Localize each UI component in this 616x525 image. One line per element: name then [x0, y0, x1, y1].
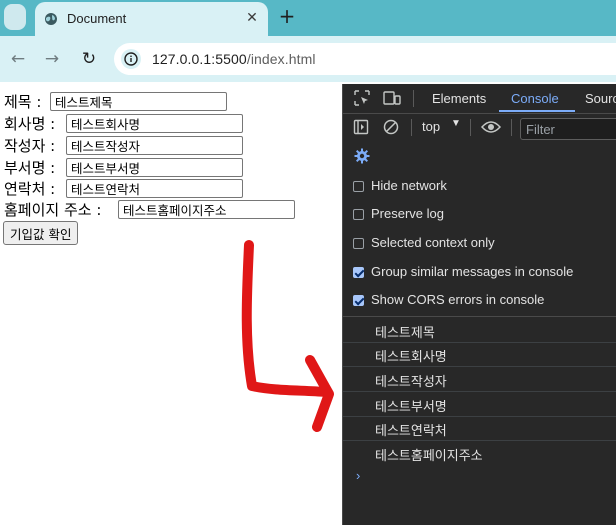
settings-divider — [343, 316, 616, 317]
tab-search-button[interactable] — [0, 0, 30, 34]
console-prompt[interactable]: › — [356, 468, 360, 483]
form-row-department: 부서명 : — [4, 157, 243, 179]
option-label: Group similar messages in console — [371, 264, 574, 279]
checkbox[interactable] — [353, 209, 364, 220]
browser-toolbar: ← → ↻ 127.0.0.1:5500/index.html — [0, 36, 616, 82]
console-filter-input[interactable]: Filter — [520, 118, 616, 140]
context-dropdown-icon[interactable]: ▼ — [451, 118, 461, 129]
company-input[interactable] — [66, 114, 243, 133]
author-input[interactable] — [66, 136, 243, 155]
form-row-homepage: 홈페이지 주소 : — [4, 199, 295, 221]
tab-elements[interactable]: Elements — [432, 91, 486, 106]
form-row-contact: 연락처 : — [4, 178, 243, 200]
new-tab-button[interactable]: + — [276, 5, 298, 27]
checkbox-checked[interactable] — [353, 267, 364, 278]
log-message: 테스트작성자 — [375, 375, 447, 390]
log-message: 테스트홈페이지주소 — [375, 449, 483, 464]
option-label: Hide network — [371, 178, 447, 193]
option-label: Selected context only — [371, 235, 495, 250]
tab-title: Document — [67, 11, 127, 26]
option-label: Preserve log — [371, 206, 444, 221]
console-log-line: 테스트제목 — [343, 318, 616, 343]
form-row-title: 제목 : — [4, 91, 227, 113]
field-label: 연락처 : — [4, 180, 56, 198]
form-row-company: 회사명 : — [4, 113, 243, 135]
url-path: /index.html — [246, 51, 316, 67]
field-label: 부서명 : — [4, 159, 56, 177]
site-info-icon[interactable] — [121, 49, 141, 69]
tab-sources[interactable]: Sourc — [585, 91, 616, 106]
browser-tab[interactable]: Document ✕ — [35, 2, 268, 36]
form-row-author: 작성자 : — [4, 135, 243, 157]
close-tab-icon[interactable]: ✕ — [243, 9, 261, 27]
checkbox-checked[interactable] — [353, 295, 364, 306]
console-log-line: 테스트작성자 — [343, 367, 616, 392]
checkbox[interactable] — [353, 238, 364, 249]
console-log-line: 테스트연락처 — [343, 416, 616, 441]
browser-tab-strip: Document ✕ + — [0, 0, 616, 36]
reload-icon[interactable]: ↻ — [78, 48, 100, 70]
contact-input[interactable] — [66, 179, 243, 198]
live-expression-eye-icon[interactable] — [481, 120, 501, 134]
inspect-element-icon[interactable] — [354, 90, 370, 106]
forward-arrow-icon[interactable]: → — [41, 48, 63, 70]
toolbar-divider — [413, 90, 414, 107]
url-text: 127.0.0.1:5500/index.html — [152, 51, 316, 67]
log-message: 테스트부서명 — [375, 400, 447, 415]
device-toolbar-icon[interactable] — [383, 90, 401, 106]
homepage-input[interactable] — [118, 200, 295, 219]
filter-placeholder: Filter — [526, 122, 555, 137]
address-bar[interactable]: 127.0.0.1:5500/index.html — [114, 43, 616, 75]
clear-console-icon[interactable] — [383, 119, 399, 135]
page-viewport: 제목 : 회사명 : 작성자 : 부서명 : 연락처 : 홈페이지 주소 : 기… — [0, 84, 342, 525]
url-host: 127.0.0.1:5500 — [152, 51, 247, 67]
field-label: 작성자 : — [4, 137, 56, 155]
field-label: 홈페이지 주소 : — [4, 201, 102, 219]
tab-console[interactable]: Console — [511, 91, 559, 106]
devtools-panel: Elements Console Sourc top ▼ Filter Hide… — [342, 84, 616, 525]
globe-icon — [45, 13, 57, 25]
active-tab-indicator — [499, 110, 575, 112]
toolbar-divider — [411, 119, 412, 136]
devtools-tab-bar: Elements Console Sourc — [343, 84, 616, 114]
context-selector[interactable]: top — [422, 119, 440, 134]
console-log-line: 테스트부서명 — [343, 392, 616, 417]
back-arrow-icon[interactable]: ← — [7, 48, 29, 70]
toolbar-divider — [470, 119, 471, 136]
check-values-button[interactable]: 기입값 확인 — [3, 221, 79, 245]
log-message: 테스트회사명 — [375, 350, 447, 365]
console-log-line: 테스트회사명 — [343, 342, 616, 367]
toolbar-divider — [511, 119, 512, 136]
title-input[interactable] — [50, 92, 227, 111]
field-label: 제목 : — [4, 93, 42, 111]
department-input[interactable] — [66, 158, 243, 177]
log-message: 테스트연락처 — [375, 424, 447, 439]
field-label: 회사명 : — [4, 115, 56, 133]
log-message: 테스트제목 — [375, 326, 435, 341]
console-log-line: 테스트홈페이지주소 — [343, 441, 616, 465]
show-sidebar-icon[interactable] — [353, 119, 369, 135]
option-label: Show CORS errors in console — [371, 292, 545, 307]
console-settings-gear-icon[interactable] — [354, 148, 370, 164]
checkbox[interactable] — [353, 181, 364, 192]
